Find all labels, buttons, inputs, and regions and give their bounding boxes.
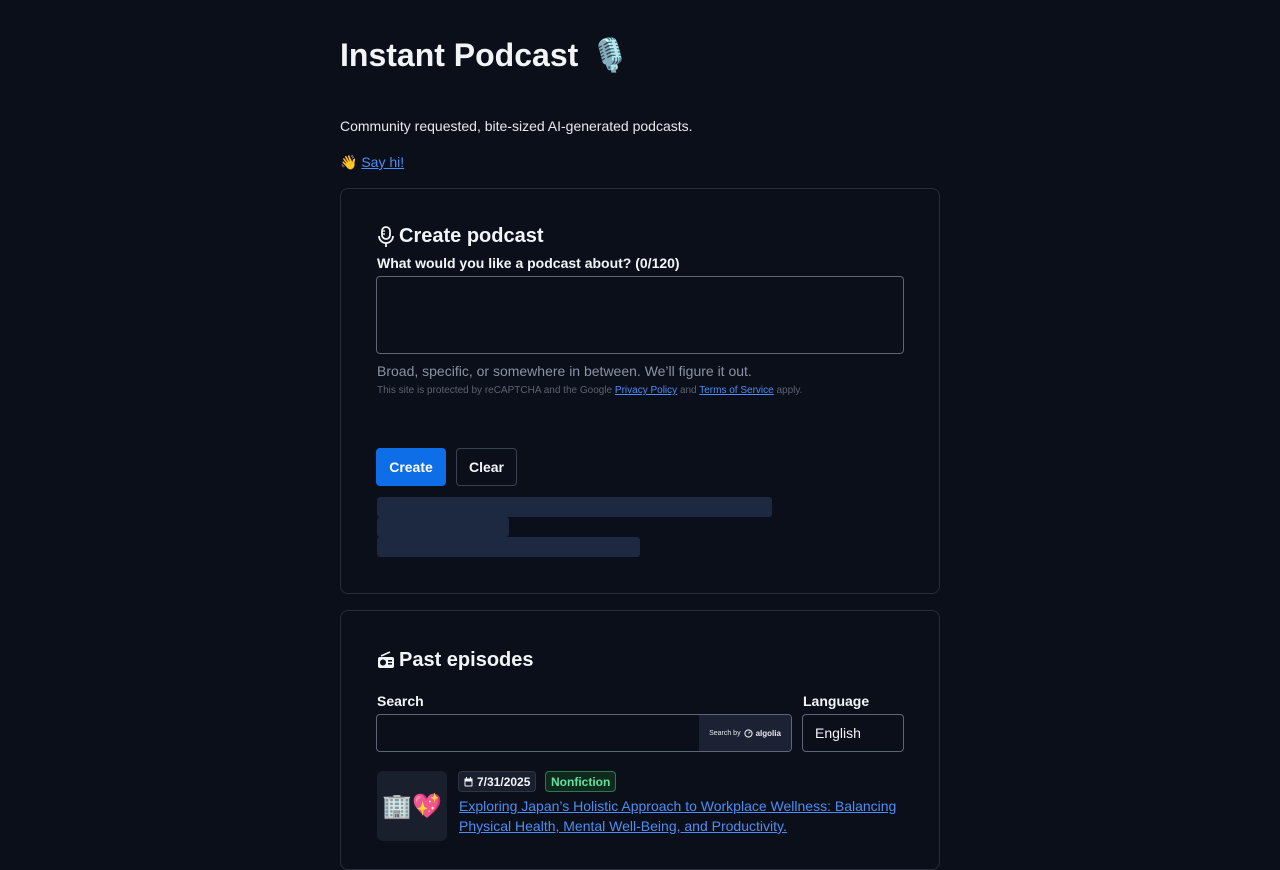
create-podcast-heading-text: Create podcast — [399, 225, 544, 247]
past-episodes-heading-text: Past episodes — [399, 649, 534, 671]
episode-thumbnail[interactable]: 🏢💖 — [377, 771, 447, 841]
language-label: Language — [803, 693, 870, 709]
past-episodes-heading: Past episodes — [377, 649, 534, 672]
privacy-policy-link[interactable]: Privacy Policy — [615, 385, 677, 396]
search-by-algolia[interactable]: Search by algolia — [699, 715, 791, 751]
say-hi-link[interactable]: Say hi! — [361, 154, 404, 170]
loading-skeleton-line — [377, 537, 640, 557]
search-by-text: Search by — [709, 729, 741, 737]
microphone-icon — [378, 225, 394, 247]
page-title-text: Instant Podcast — [340, 36, 579, 73]
search-label: Search — [377, 693, 424, 709]
radio-icon — [378, 650, 394, 668]
terms-of-service-link[interactable]: Terms of Service — [699, 385, 773, 396]
episode-date: 7/31/2025 — [477, 774, 531, 789]
search-input[interactable] — [377, 715, 699, 751]
episode-title-link[interactable]: Exploring Japan’s Holistic Approach to W… — [459, 796, 909, 836]
episode-genre-badge: Nonfiction — [545, 771, 617, 792]
search-box: Search by algolia — [376, 714, 792, 752]
podcast-topic-input[interactable] — [376, 276, 904, 354]
recaptcha-suffix: apply. — [776, 385, 803, 396]
episode-date-badge: 7/31/2025 — [458, 771, 537, 792]
podcast-topic-hint: Broad, specific, or somewhere in between… — [377, 363, 752, 379]
podcast-topic-label: What would you like a podcast about? (0/… — [377, 255, 680, 271]
page-title: Instant Podcast 🎙️ — [340, 36, 630, 74]
language-select[interactable]: English — [802, 714, 904, 752]
create-podcast-heading: Create podcast — [377, 225, 544, 248]
create-podcast-card: Create podcast What would you like a pod… — [340, 188, 940, 594]
loading-skeleton-line — [377, 497, 772, 517]
recaptcha-and: and — [679, 385, 697, 396]
page-subtitle: Community requested, bite-sized AI-gener… — [340, 118, 693, 134]
recaptcha-notice: This site is protected by reCAPTCHA and … — [377, 385, 802, 396]
microphone-emoji-icon: 🎙️ — [590, 37, 631, 73]
calendar-icon — [464, 776, 473, 786]
language-select-value: English — [815, 725, 861, 741]
algolia-brand: algolia — [755, 728, 781, 738]
say-hi-line: 👋 Say hi! — [340, 154, 404, 171]
clear-button[interactable]: Clear — [456, 448, 517, 486]
recaptcha-prefix: This site is protected by reCAPTCHA and … — [377, 385, 613, 396]
algolia-logo-icon — [743, 728, 753, 738]
past-episodes-card: Past episodes Search Language Search by … — [340, 610, 940, 870]
create-button[interactable]: Create — [376, 448, 446, 486]
loading-skeleton-line — [377, 517, 509, 537]
waving-hand-icon: 👋 — [340, 154, 358, 170]
